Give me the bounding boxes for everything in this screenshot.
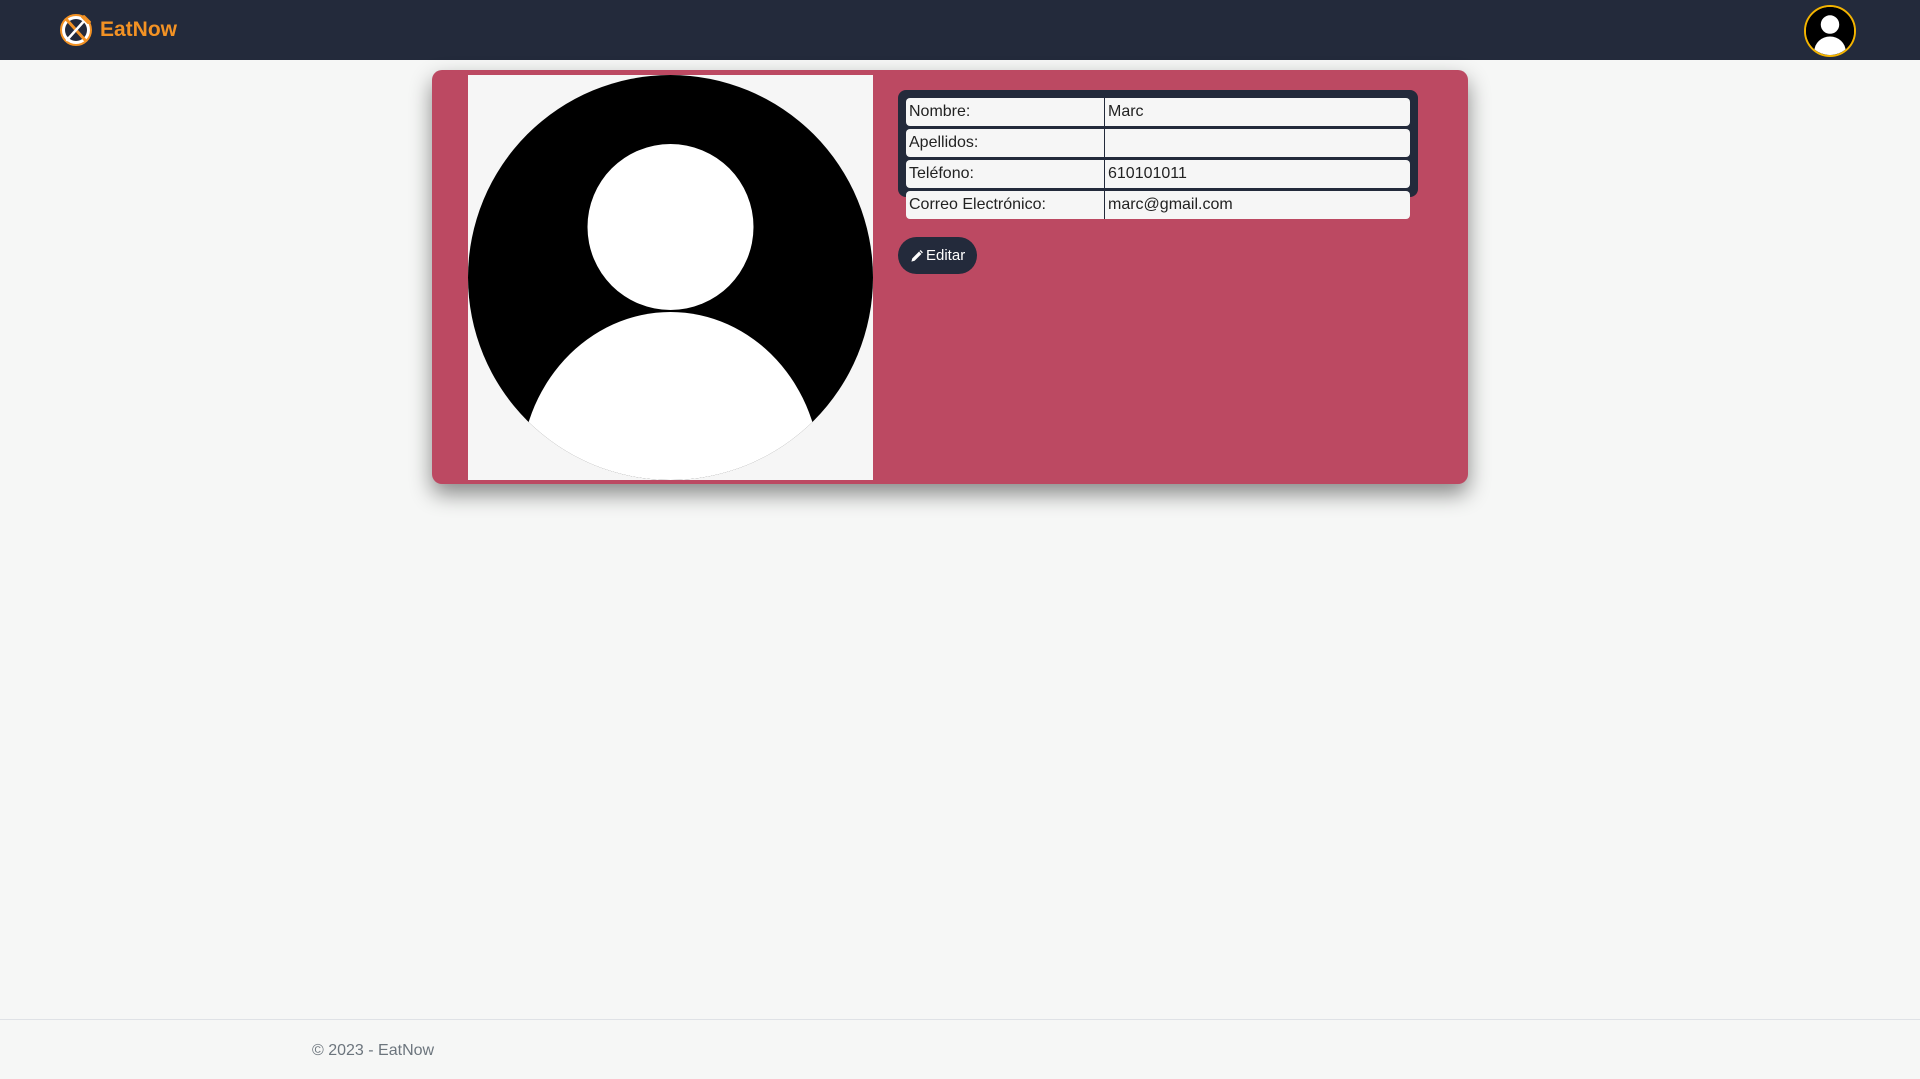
field-label: Apellidos: xyxy=(906,129,1105,157)
field-value: Marc xyxy=(1105,98,1410,126)
page-footer: © 2023 - EatNow xyxy=(0,1019,1920,1079)
edit-profile-button[interactable]: Editar xyxy=(898,237,978,274)
field-value: 610101011 xyxy=(1105,160,1410,188)
field-label: Teléfono: xyxy=(906,160,1105,188)
edit-button-label: Editar xyxy=(926,247,966,264)
field-row-nombre: Nombre: Marc xyxy=(906,98,1410,126)
pencil-icon xyxy=(911,249,923,262)
default-user-silhouette-icon xyxy=(468,75,873,480)
user-avatar-icon xyxy=(1806,7,1854,55)
footer-copyright: © 2023 - EatNow xyxy=(312,1042,435,1059)
field-row-telefono: Teléfono: 610101011 xyxy=(906,160,1410,188)
field-row-apellidos: Apellidos: xyxy=(906,129,1410,157)
profile-info-panel: Nombre: Marc Apellidos: Teléfono: 610101… xyxy=(898,90,1418,219)
field-value xyxy=(1105,129,1410,157)
field-row-correo: Correo Electrónico: marc@gmail.com xyxy=(906,191,1410,219)
profile-card: Nombre: Marc Apellidos: Teléfono: 610101… xyxy=(432,70,1468,484)
profile-info-table: Nombre: Marc Apellidos: Teléfono: 610101… xyxy=(906,95,1410,222)
brand-name: EatNow xyxy=(100,18,178,41)
brand-link[interactable]: EatNow xyxy=(58,11,177,49)
field-label: Correo Electrónico: xyxy=(906,191,1105,219)
field-label: Nombre: xyxy=(906,98,1105,126)
profile-photo xyxy=(468,75,873,480)
user-menu-button[interactable] xyxy=(1804,5,1856,57)
top-navbar: EatNow xyxy=(0,0,1920,60)
fork-knife-logo-icon xyxy=(60,14,92,46)
field-value: marc@gmail.com xyxy=(1105,191,1410,219)
